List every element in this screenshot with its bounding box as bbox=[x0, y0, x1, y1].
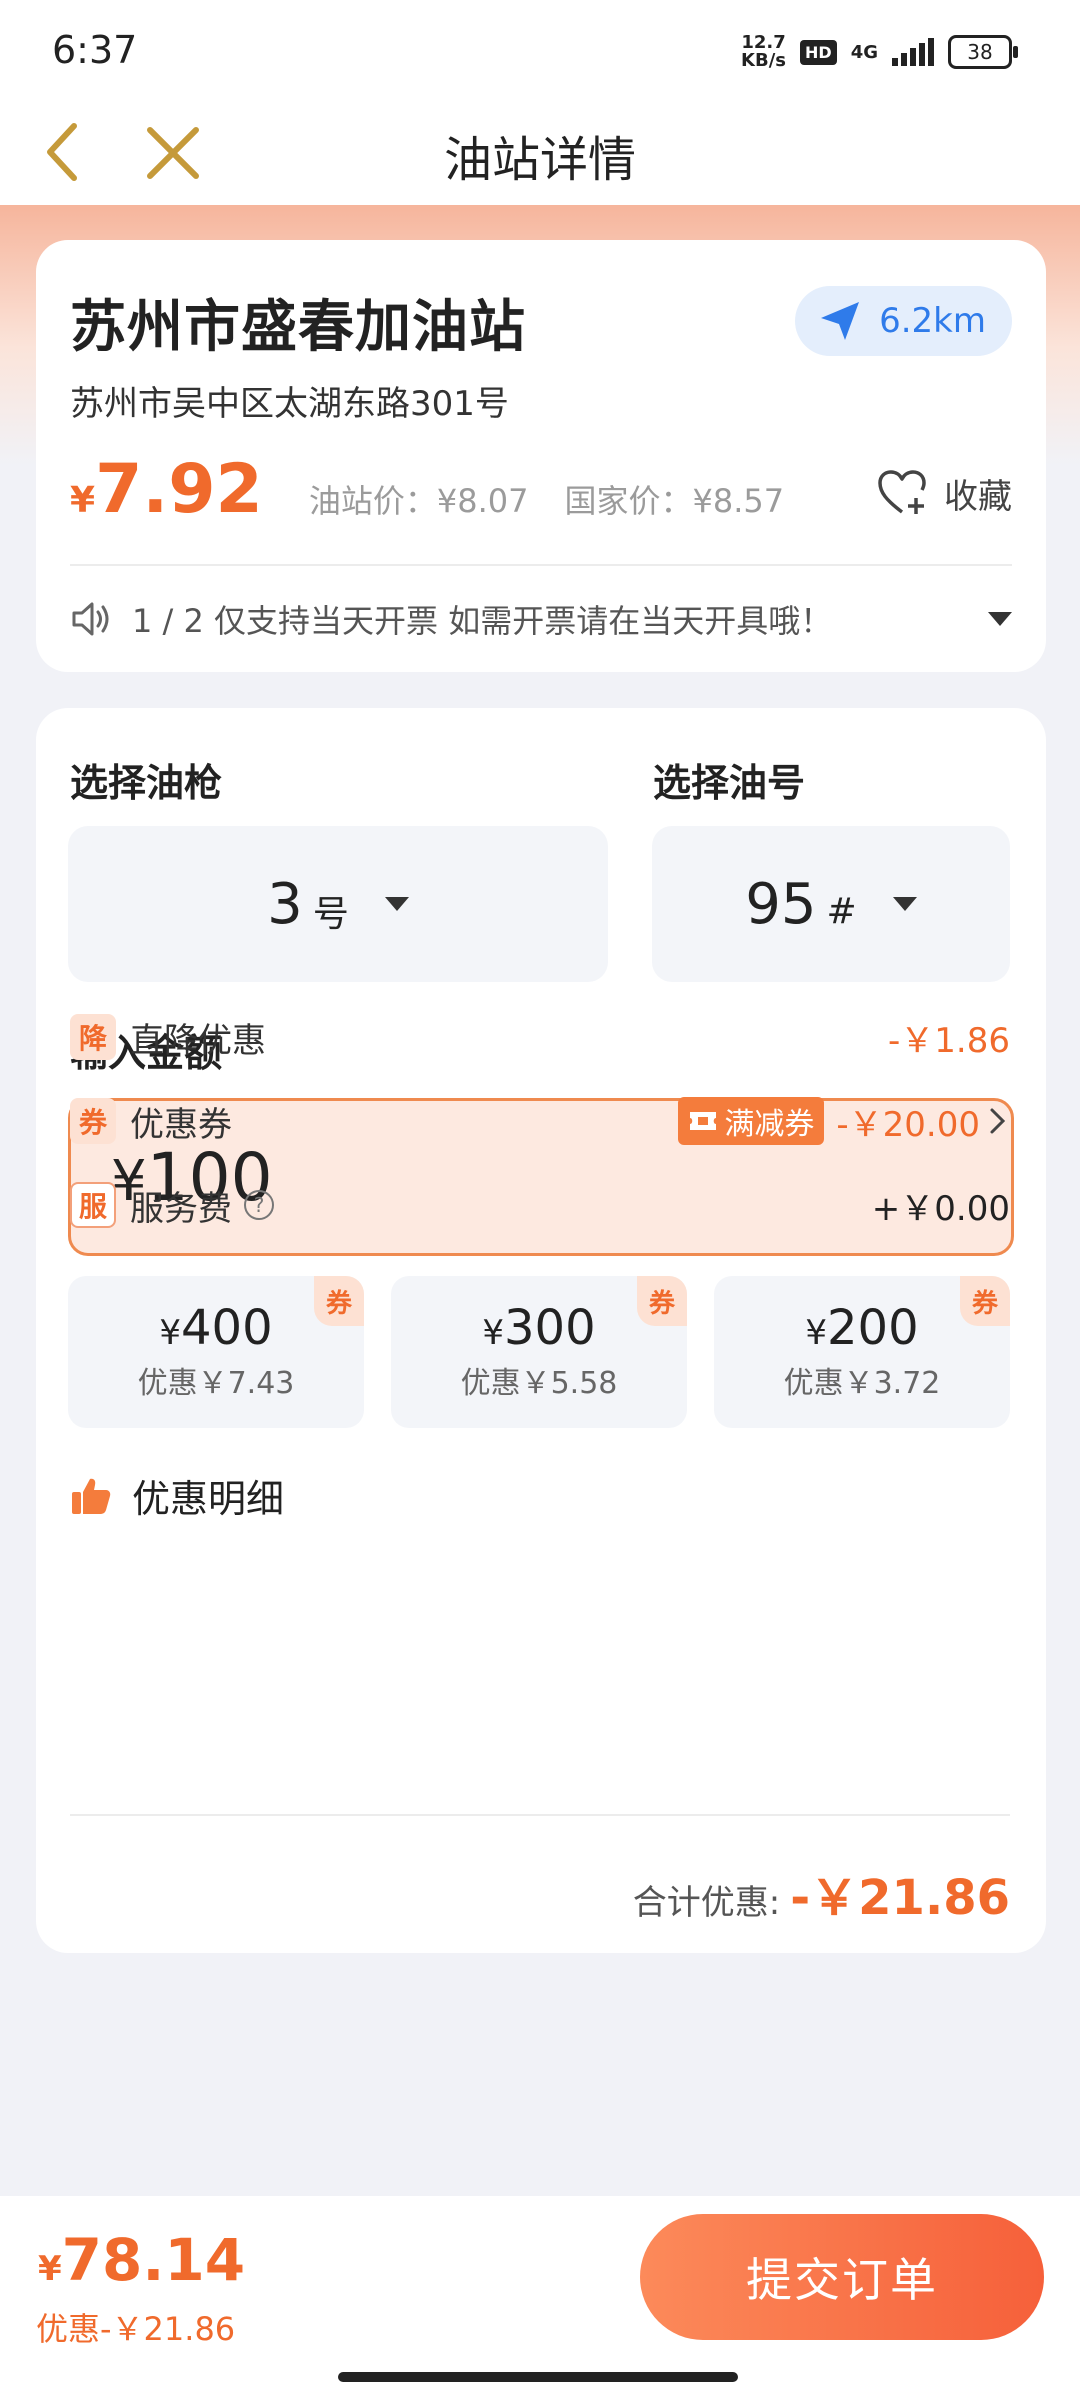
row-label: 服务费 bbox=[130, 1188, 232, 1229]
thumbs-up-icon bbox=[72, 1478, 111, 1514]
chip-discount: 优惠￥3.72 bbox=[783, 1366, 941, 1401]
oil-label: 选择油号 bbox=[653, 761, 806, 805]
chevron-down-icon bbox=[892, 897, 917, 911]
navigation-arrow-icon bbox=[821, 302, 860, 340]
details-title-text: 优惠明细 bbox=[132, 1477, 285, 1521]
service-tag: 服 bbox=[70, 1182, 116, 1228]
battery-icon: 38 bbox=[948, 35, 1018, 69]
coupon-tag: 券 bbox=[70, 1098, 116, 1144]
row-label: 直降优惠 bbox=[130, 1020, 266, 1061]
home-indicator[interactable] bbox=[338, 2372, 738, 2382]
chevron-down-icon[interactable] bbox=[988, 612, 1012, 626]
notice-text: 1 / 2 仅支持当天开票 如需开票请在当天开具哦！ bbox=[132, 602, 833, 640]
total-discount: 合计优惠: -￥21.86 bbox=[633, 1858, 1010, 1928]
ticket-icon bbox=[690, 1112, 717, 1130]
distance-badge[interactable]: 6.2km bbox=[795, 286, 1012, 356]
chip-discount: 优惠￥5.58 bbox=[460, 1366, 618, 1401]
row-value: -￥20.00 bbox=[836, 1104, 980, 1145]
quick-amount-chip[interactable]: ¥200 优惠￥3.72 券 bbox=[714, 1276, 1010, 1428]
status-time: 6:37 bbox=[52, 28, 138, 72]
divider bbox=[70, 564, 1012, 566]
chip-amount: 300 bbox=[504, 1300, 596, 1356]
row-value: +￥0.00 bbox=[871, 1188, 1010, 1229]
network-speed: 12.7 KB/s bbox=[741, 32, 787, 71]
station-name: 苏州市盛春加油站 bbox=[70, 295, 526, 360]
checkout-bar: ¥78.14 优惠-￥21.86 提交订单 bbox=[0, 2196, 1080, 2400]
coupon-tag: 券 bbox=[637, 1276, 687, 1326]
network-type: 4G bbox=[850, 41, 878, 63]
speaker-icon bbox=[72, 602, 109, 636]
status-icons: 12.7 KB/s HD 4G 38 bbox=[741, 30, 1018, 74]
chevron-right-icon bbox=[990, 1108, 1006, 1134]
station-card: 苏州市盛春加油站 6.2km 苏州市吴中区太湖东路301号 ¥ 7.92 油站价… bbox=[36, 240, 1046, 672]
coupon-tag: 券 bbox=[314, 1276, 364, 1326]
row-label: 优惠券 bbox=[130, 1104, 232, 1145]
distance-text: 6.2km bbox=[879, 301, 986, 341]
quick-amount-chip[interactable]: ¥400 优惠￥7.43 券 bbox=[68, 1276, 364, 1428]
page-title: 油站详情 bbox=[443, 132, 636, 188]
signal-icon bbox=[892, 38, 934, 66]
coupon-tag: 券 bbox=[960, 1276, 1010, 1326]
chevron-down-icon bbox=[384, 897, 409, 911]
price-currency: ¥ bbox=[70, 480, 96, 521]
notice-bar[interactable]: 1 / 2 仅支持当天开票 如需开票请在当天开具哦！ bbox=[70, 596, 1012, 642]
gun-label: 选择油枪 bbox=[70, 761, 223, 805]
quick-amount-chip[interactable]: ¥300 优惠￥5.58 券 bbox=[391, 1276, 687, 1428]
total-value: -￥21.86 bbox=[790, 1870, 1010, 1926]
chip-amount: 200 bbox=[827, 1300, 919, 1356]
gun-select[interactable]: 3 号 bbox=[68, 826, 608, 982]
status-bar: 6:37 12.7 KB/s HD 4G 38 bbox=[0, 0, 1080, 100]
chip-discount: 优惠￥7.43 bbox=[137, 1366, 295, 1401]
discount-price: 7.92 bbox=[95, 450, 263, 529]
chip-amount: 400 bbox=[181, 1300, 273, 1356]
direct-discount-row: 降 直降优惠 -￥1.86 bbox=[70, 1011, 1010, 1063]
favorite-button[interactable]: 收藏 bbox=[876, 468, 1012, 518]
oil-value: 95 bbox=[745, 871, 817, 937]
total-label: 合计优惠: bbox=[632, 1883, 781, 1923]
divider bbox=[70, 1814, 1010, 1816]
nav-bar: 油站详情 bbox=[0, 100, 1080, 205]
station-price: 油站价：¥8.07 bbox=[308, 482, 529, 520]
heart-plus-icon bbox=[878, 470, 926, 514]
pay-price: ¥78.14 bbox=[38, 2226, 246, 2294]
reduce-tag: 降 bbox=[70, 1014, 116, 1060]
oil-select[interactable]: 95 # bbox=[652, 826, 1010, 982]
national-price: 国家价：¥8.57 bbox=[564, 482, 785, 520]
favorite-label: 收藏 bbox=[944, 476, 1012, 517]
coupon-row[interactable]: 券 优惠券 满减券 -￥20.00 bbox=[70, 1095, 1010, 1147]
hd-icon: HD bbox=[800, 39, 837, 65]
help-icon[interactable]: ? bbox=[244, 1190, 274, 1220]
direct-discount-row bbox=[70, 1721, 1012, 1773]
oil-unit: # bbox=[826, 890, 857, 932]
discount-details-title: 优惠明细 bbox=[70, 1468, 284, 1523]
price-row: ¥ 7.92 油站价：¥8.07 国家价：¥8.57 bbox=[70, 450, 820, 529]
submit-order-button[interactable]: 提交订单 bbox=[640, 2214, 1044, 2340]
pay-discount: 优惠-￥21.86 bbox=[36, 2310, 236, 2348]
service-fee-row: 服 服务费 ? +￥0.00 bbox=[70, 1179, 1010, 1231]
gun-unit: 号 bbox=[312, 894, 349, 935]
gun-value: 3 bbox=[267, 871, 303, 937]
order-card: 选择油枪 选择油号 3 号 95 # 输入金额 ¥100 ¥400 优惠￥7.4… bbox=[36, 708, 1046, 1953]
station-address: 苏州市吴中区太湖东路301号 bbox=[70, 384, 509, 424]
coupon-pill: 满减券 bbox=[678, 1097, 825, 1145]
row-value: -￥1.86 bbox=[888, 1020, 1010, 1061]
